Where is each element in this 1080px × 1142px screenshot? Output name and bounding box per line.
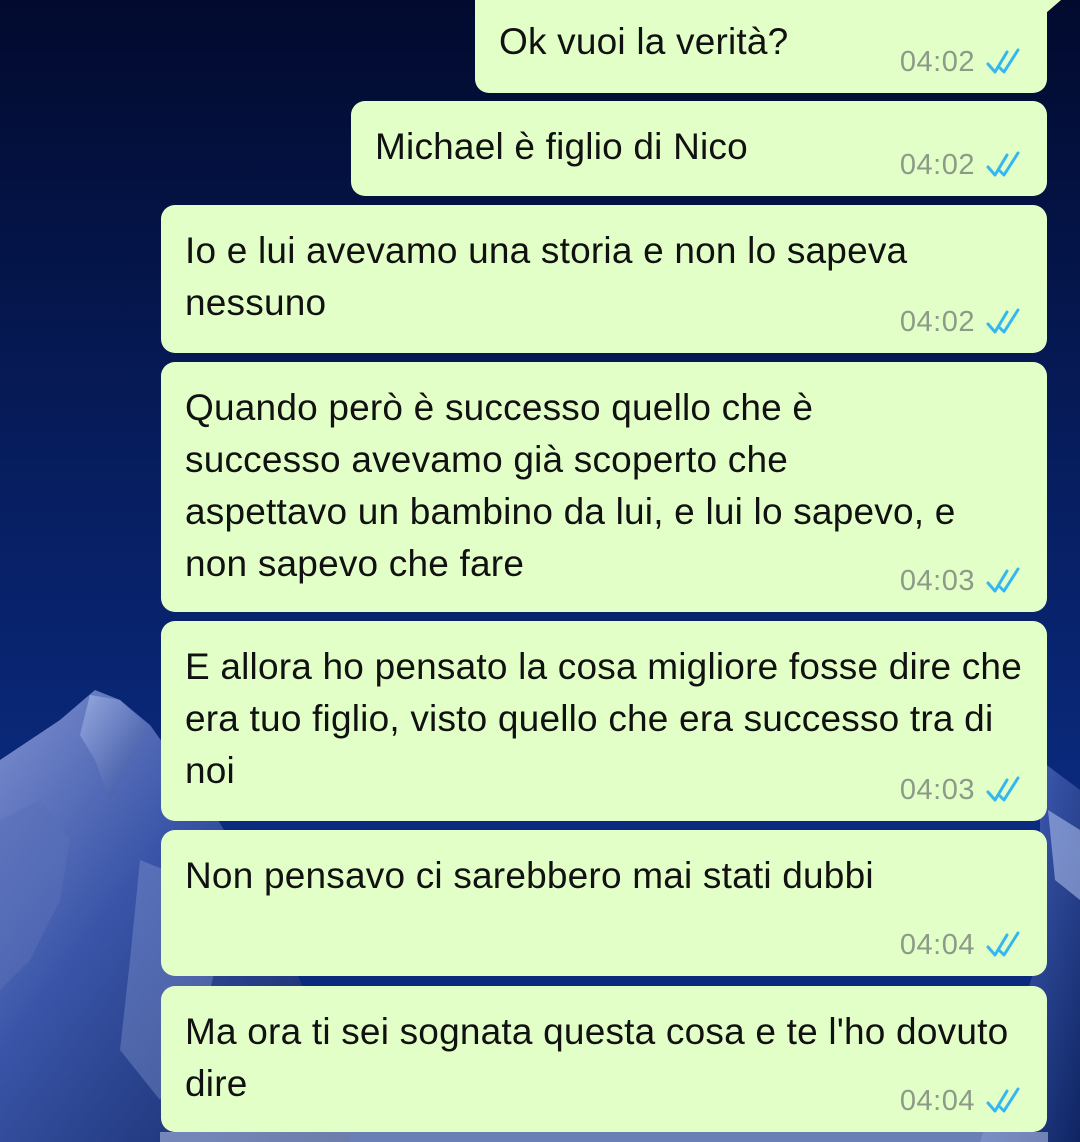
message-text: Non pensavo ci sarebbero mai stati dubbi	[185, 855, 874, 896]
chat-thread: Ok vuoi la verità? 04:02 Michael è figli…	[0, 0, 1080, 1142]
message-time: 04:02	[899, 305, 975, 338]
message-bubble[interactable]: Ok vuoi la verità? 04:02	[475, 0, 1061, 93]
message-time: 04:02	[899, 148, 975, 181]
message-text: Quando però è successo quello che è succ…	[185, 387, 966, 584]
double-check-icon	[986, 151, 1020, 177]
double-check-icon	[986, 1087, 1020, 1113]
double-check-icon	[986, 776, 1020, 802]
message-time: 04:03	[899, 564, 975, 597]
message-meta: 04:02	[900, 45, 1025, 79]
message-bubble[interactable]: Quando però è successo quello che è succ…	[161, 362, 1047, 612]
message-time: 04:04	[899, 1084, 975, 1117]
message-bubble[interactable]: Ma ora ti sei sognata questa cosa e te l…	[161, 986, 1047, 1132]
double-check-icon	[986, 308, 1020, 334]
message-meta: 04:03	[900, 564, 1025, 598]
double-check-icon	[986, 931, 1020, 957]
message-meta: 04:03	[900, 773, 1025, 807]
double-check-icon	[986, 48, 1020, 74]
message-time: 04:02	[899, 45, 975, 78]
message-text: Ma ora ti sei sognata questa cosa e te l…	[185, 1011, 1019, 1104]
message-meta: 04:02	[900, 148, 1025, 182]
message-text: Io e lui avevamo una storia e non lo sap…	[185, 230, 918, 323]
bubble-tail	[1031, 0, 1061, 26]
message-time: 04:03	[899, 773, 975, 806]
message-meta: 04:04	[900, 1084, 1025, 1118]
message-meta: 04:02	[900, 305, 1025, 339]
message-bubble[interactable]: E allora ho pensato la cosa migliore fos…	[161, 621, 1047, 821]
message-meta: 04:04	[900, 928, 1025, 962]
message-bubble[interactable]: Non pensavo ci sarebbero mai stati dubbi…	[161, 830, 1047, 976]
double-check-icon	[986, 567, 1020, 593]
message-bubble[interactable]: Io e lui avevamo una storia e non lo sap…	[161, 205, 1047, 353]
message-time: 04:04	[899, 928, 975, 961]
message-bubble[interactable]: Michael è figlio di Nico 04:02	[351, 101, 1047, 196]
